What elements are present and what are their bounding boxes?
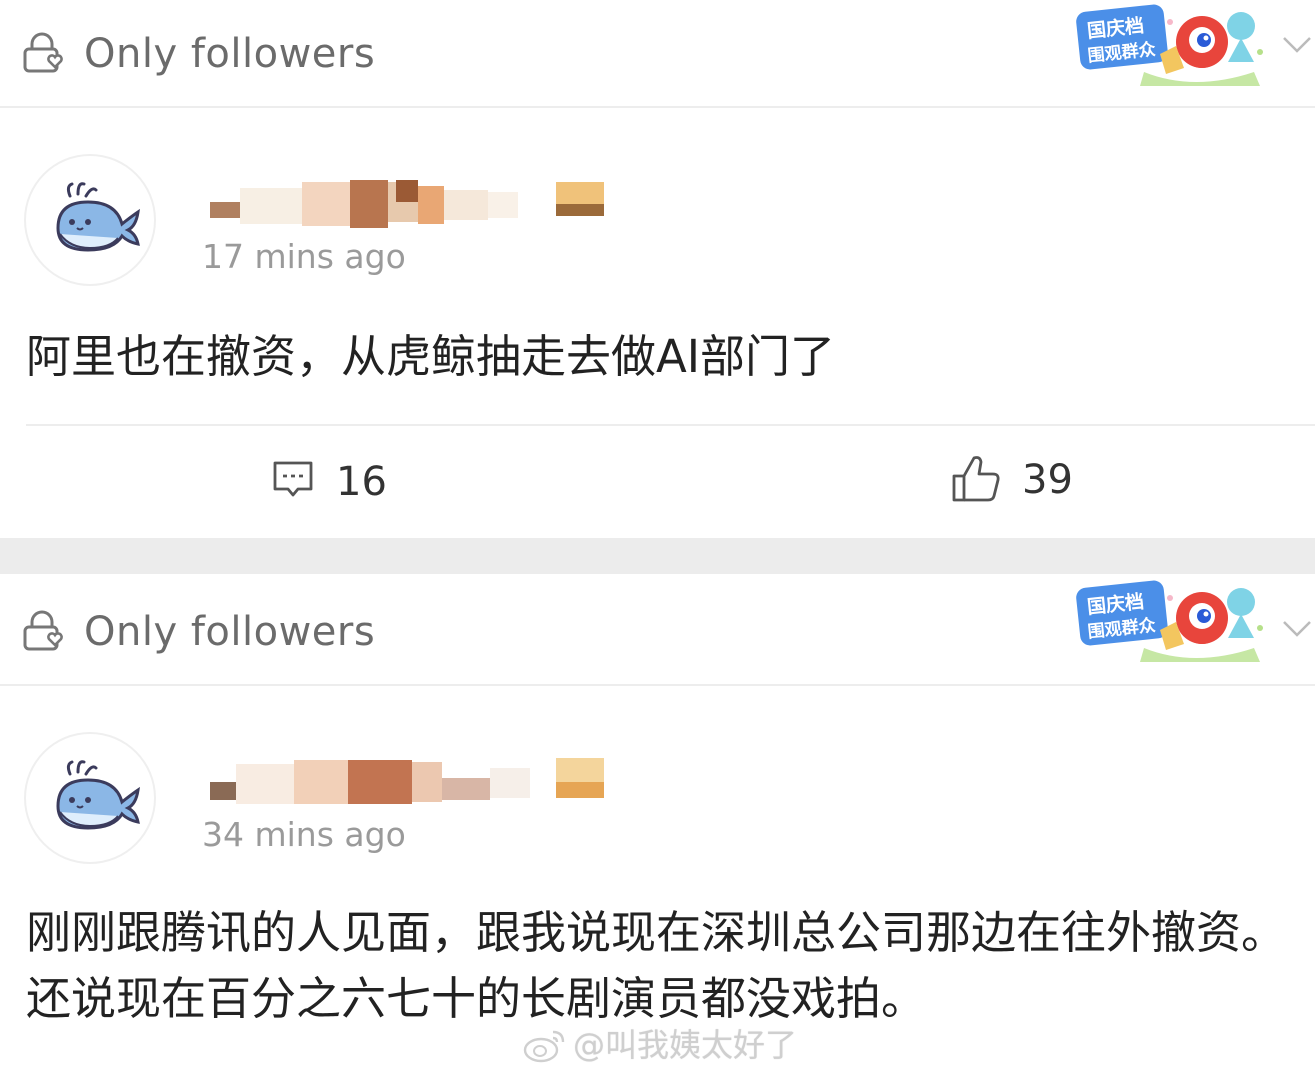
post-time: 17 mins ago	[202, 237, 406, 276]
lock-heart-icon	[23, 32, 63, 73]
avatar[interactable]	[26, 734, 154, 862]
watermark-text: @叫我姨太好了	[573, 1026, 798, 1064]
national-day-badge: 国庆档 围观群众	[1076, 580, 1263, 662]
post-card: Only followers 国庆档 围观群众	[0, 574, 1315, 1080]
avatar[interactable]	[26, 156, 154, 284]
post-text: 刚刚跟腾讯的人见面，跟我说现在深圳总公司那边在往外撤资。还说现在百分之六七十的长…	[26, 906, 1287, 1025]
like-count: 39	[1022, 457, 1073, 503]
comment-count: 16	[336, 459, 387, 505]
username-redacted	[210, 180, 604, 230]
chevron-down-icon[interactable]	[1280, 30, 1314, 60]
chevron-down-icon[interactable]	[1280, 614, 1314, 644]
post-time: 34 mins ago	[202, 815, 406, 854]
post-separator	[0, 538, 1315, 574]
username-redacted	[210, 758, 604, 808]
post-text: 阿里也在撤资，从虎鲸抽走去做AI部门了	[26, 330, 836, 383]
visibility-row: Only followers 国庆档 围观群众	[0, 0, 1315, 108]
whale-avatar-icon	[56, 760, 140, 830]
thumbs-up-icon	[952, 456, 1000, 502]
post-card: Only followers 国庆档 围观群众	[0, 0, 1315, 538]
weibo-logo-icon	[523, 1030, 565, 1063]
visibility-label: Only followers	[84, 31, 376, 77]
comment-icon	[273, 461, 313, 497]
national-day-badge: 国庆档 围观群众	[1076, 4, 1263, 86]
visibility-row: Only followers 国庆档 围观群众	[0, 574, 1315, 686]
lock-heart-icon	[23, 610, 63, 651]
divider	[26, 424, 1315, 426]
visibility-label: Only followers	[84, 609, 376, 655]
whale-avatar-icon	[56, 182, 140, 252]
